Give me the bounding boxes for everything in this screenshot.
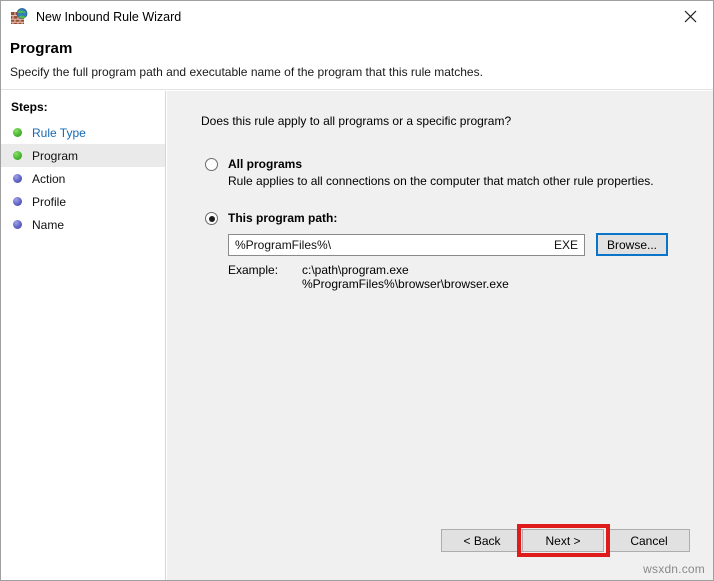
step-bullet-icon	[13, 151, 22, 160]
sidebar-item-program[interactable]: Program	[1, 144, 165, 167]
window-title: New Inbound Rule Wizard	[36, 10, 181, 24]
sidebar-item-action[interactable]: Action	[1, 167, 165, 190]
radio-this-program-path[interactable]	[205, 212, 218, 225]
step-bullet-icon	[13, 220, 22, 229]
program-path-value: %ProgramFiles%\	[235, 238, 548, 252]
sidebar-item-rule-type[interactable]: Rule Type	[1, 121, 165, 144]
radio-all-programs[interactable]	[205, 158, 218, 171]
cancel-button[interactable]: Cancel	[608, 529, 690, 552]
wizard-window: New Inbound Rule Wizard Program Specify …	[0, 0, 714, 581]
sidebar-item-label: Action	[32, 172, 65, 186]
browse-button[interactable]: Browse...	[596, 233, 668, 256]
example-line-1: c:\path\program.exe	[302, 263, 509, 277]
wizard-body: Steps: Rule Type Program Action Profile	[1, 91, 713, 580]
dialog-footer: < Back Next > Cancel	[167, 525, 713, 580]
page-title: Program	[10, 40, 72, 57]
program-path-input[interactable]: %ProgramFiles%\ EXE	[228, 234, 585, 256]
close-icon[interactable]	[668, 1, 713, 32]
option-this-program-path-label: This program path:	[228, 211, 337, 225]
sidebar-item-label: Profile	[32, 195, 66, 209]
page-subtitle: Specify the full program path and execut…	[10, 65, 483, 79]
program-path-suffix: EXE	[548, 238, 578, 252]
step-bullet-icon	[13, 128, 22, 137]
option-all-programs-description: Rule applies to all connections on the c…	[228, 174, 654, 188]
option-all-programs-label: All programs	[228, 157, 302, 171]
step-bullet-icon	[13, 174, 22, 183]
program-path-row: %ProgramFiles%\ EXE Browse...	[228, 233, 668, 256]
steps-sidebar: Steps: Rule Type Program Action Profile	[1, 91, 166, 580]
question-text: Does this rule apply to all programs or …	[201, 114, 511, 128]
sidebar-item-name[interactable]: Name	[1, 213, 165, 236]
next-button[interactable]: Next >	[522, 529, 604, 552]
example-label: Example:	[228, 263, 302, 277]
sidebar-item-label: Program	[32, 149, 78, 163]
firewall-globe-icon	[10, 8, 28, 26]
sidebar-item-profile[interactable]: Profile	[1, 190, 165, 213]
title-bar: New Inbound Rule Wizard	[1, 1, 713, 32]
example-block: Example: c:\path\program.exe %ProgramFil…	[228, 263, 509, 291]
option-this-program-path[interactable]: This program path:	[205, 211, 337, 225]
steps-list: Rule Type Program Action Profile Name	[1, 121, 165, 236]
step-bullet-icon	[13, 197, 22, 206]
main-panel: Does this rule apply to all programs or …	[167, 91, 713, 580]
back-button[interactable]: < Back	[441, 529, 523, 552]
option-all-programs[interactable]: All programs Rule applies to all connect…	[205, 157, 654, 188]
steps-heading: Steps:	[11, 100, 48, 114]
example-lines: c:\path\program.exe %ProgramFiles%\brows…	[302, 263, 509, 291]
sidebar-item-label: Name	[32, 218, 64, 232]
watermark: wsxdn.com	[643, 562, 705, 576]
example-line-2: %ProgramFiles%\browser\browser.exe	[302, 277, 509, 291]
sidebar-item-label: Rule Type	[32, 126, 86, 140]
page-header: Program Specify the full program path an…	[1, 32, 713, 90]
